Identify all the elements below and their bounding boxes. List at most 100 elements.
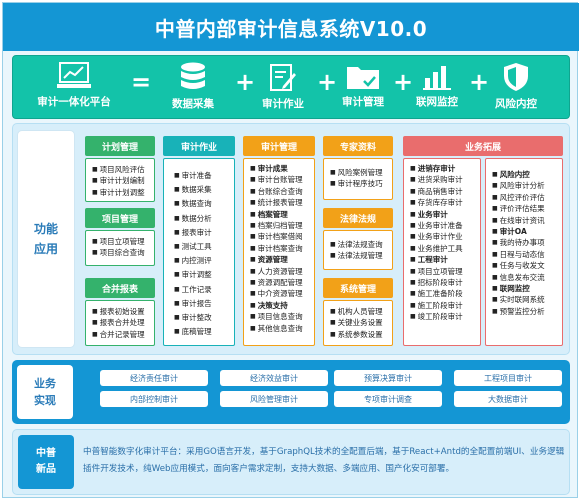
- eq-term-5: 风险内控: [485, 62, 547, 111]
- list-item: 信息发布交流: [492, 272, 558, 283]
- list-item: 审计档案借阅: [250, 231, 310, 242]
- mgmt-box: 审计成果 审计台账管理 台账综合查询 统计报表管理 档案管理 档案归档管理 审计…: [243, 158, 315, 346]
- business-item: 经济效益审计: [220, 370, 328, 386]
- list-item: 审计报告: [174, 297, 230, 311]
- plan-header: 计划管理: [85, 136, 155, 156]
- list-group-title: 业务审计: [410, 209, 476, 220]
- list-item: 报表初始设置: [92, 306, 150, 317]
- business-item: 风险管理审计: [220, 391, 328, 407]
- list-item: 审计计划编制: [92, 175, 150, 186]
- list-item: 风控评价评估: [492, 192, 558, 203]
- equation-band: 审计一体化平台 = 数据采集 + 审计作业 + 审计管理 + 联网监控 + 风险…: [12, 55, 570, 119]
- bar-chart-icon: [423, 66, 451, 90]
- list-item: 数据采集: [174, 183, 230, 197]
- eq-term-label: 审计作业: [262, 98, 304, 110]
- list-item: 项目立项管理: [92, 236, 150, 247]
- work-header: 审计作业: [163, 136, 235, 156]
- plan-box: 项目风险评估 审计计划编制 审计计划调整: [85, 158, 155, 202]
- eq-term-label: 风险内控: [495, 98, 537, 110]
- list-group-title: 审计OA: [492, 226, 558, 237]
- merge-header: 合并报表: [85, 278, 155, 298]
- list-item: 我的待办事项: [492, 237, 558, 248]
- list-item: 测试工具: [174, 240, 230, 254]
- list-item: 项目信息查询: [250, 311, 310, 322]
- business-item: 大数据审计: [454, 391, 562, 407]
- list-item: 日程与动态信: [492, 249, 558, 260]
- eq-term-label: 审计管理: [342, 96, 384, 108]
- business-item: 经济责任审计: [100, 370, 208, 386]
- list-item: 竣工阶段审计: [410, 311, 476, 322]
- database-icon: [181, 62, 205, 89]
- list-item: 招标阶段审计: [410, 277, 476, 288]
- function-section: 功能应用 计划管理 项目风险评估 审计计划编制 审计计划调整 项目管理 项目立项…: [12, 123, 570, 355]
- list-item: 数据分析: [174, 212, 230, 226]
- page: 中普内部审计信息系统V10.0 审计一体化平台 = 数据采集 + 审计作业 + …: [2, 2, 579, 498]
- expand-right-box: 风险内控 风险审计分析 风控评价评估 评价评估结果 在线审计资讯 审计OA 我的…: [485, 158, 563, 346]
- list-item: 报表审计: [174, 226, 230, 240]
- eq-term-label: 数据采集: [172, 98, 214, 110]
- list-item: 风险审计分析: [492, 180, 558, 191]
- list-item: 法律法规查询: [330, 239, 388, 250]
- list-group-title: 决策支持: [250, 300, 310, 311]
- list-item: 项目综合查询: [92, 247, 150, 258]
- eq-term-label: 联网监控: [416, 96, 458, 108]
- folder-check-icon: [347, 67, 379, 89]
- list-item: 机构人员管理: [330, 306, 388, 317]
- list-item: 档案归档管理: [250, 220, 310, 231]
- list-item: 统计报表管理: [250, 197, 310, 208]
- equals-sign: =: [131, 68, 152, 96]
- list-item: 资源调配管理: [250, 277, 310, 288]
- list-item: 在线审计资讯: [492, 215, 558, 226]
- expert-header: 专家资料: [323, 136, 393, 156]
- business-section-label: 业务实现: [17, 365, 73, 419]
- list-item: 审计档案查询: [250, 243, 310, 254]
- list-item: 进货采购审计: [410, 174, 476, 185]
- business-item: 专项审计调查: [334, 391, 442, 407]
- clipboard-edit-icon: [270, 64, 296, 91]
- mgmt-header: 审计管理: [243, 136, 315, 156]
- new-product-label: 中普新品: [18, 435, 74, 489]
- page-title: 中普内部审计信息系统V10.0: [154, 16, 428, 41]
- business-item: 工程项目审计: [454, 370, 562, 386]
- project-box: 项目立项管理 项目综合查询: [85, 230, 155, 266]
- eq-term-4: 联网监控: [409, 62, 465, 109]
- expert-box: 风险案例管理 审计程序技巧: [323, 158, 393, 200]
- shield-icon: [504, 63, 528, 91]
- list-item: 业务审计作业: [410, 231, 476, 242]
- eq-term-1: 数据采集: [163, 62, 223, 111]
- list-item: 法律法规管理: [330, 250, 388, 261]
- work-box: 审计准备 数据采集 数据查询 数据分析 报表审计 测试工具 内控测评 审计调整 …: [163, 158, 235, 346]
- merge-box: 报表初始设置 报表合并处理 合并记录管理: [85, 300, 155, 346]
- new-product-description: 中普智能数字化审计平台：采用GO语言开发，基于GraphQL技术的全配置后端，基…: [83, 447, 565, 474]
- system-header: 系统管理: [323, 278, 393, 298]
- list-item: 其他信息查询: [250, 323, 310, 334]
- list-item: 审计整改: [174, 311, 230, 325]
- list-group-title: 风险内控: [492, 169, 558, 180]
- list-item: 报表合并处理: [92, 317, 150, 328]
- list-item: 预警监控分析: [492, 306, 558, 317]
- list-item: 中介资源管理: [250, 288, 310, 299]
- list-item: 系统参数设置: [330, 329, 388, 340]
- list-item: 实时联网系统: [492, 294, 558, 305]
- function-section-label: 功能应用: [17, 130, 75, 348]
- new-product-section: 中普新品 中普智能数字化审计平台：采用GO语言开发，基于GraphQL技术的全配…: [12, 429, 570, 495]
- list-item: 审计调整: [174, 268, 230, 282]
- system-box: 机构人员管理 关键业务设置 系统参数设置: [323, 300, 393, 346]
- list-item: 项目立项管理: [410, 266, 476, 277]
- eq-result-label: 审计一体化平台: [37, 96, 111, 108]
- list-item: 任务与收发文: [492, 260, 558, 271]
- business-item: 内部控制审计: [100, 391, 208, 407]
- expand-header: 业务拓展: [403, 136, 563, 156]
- list-item: 关键业务设置: [330, 317, 388, 328]
- list-item: 内控测评: [174, 254, 230, 268]
- list-group-title: 资源管理: [250, 254, 310, 265]
- list-item: 合并记录管理: [92, 329, 150, 340]
- list-item: 业务审计准备: [410, 220, 476, 231]
- list-item: 审计准备: [174, 169, 230, 183]
- list-item: 工作记录: [174, 283, 230, 297]
- expand-left-box: 进销存审计 进货采购审计 商品销售审计 存货库存审计 业务审计 业务审计准备 业…: [403, 158, 481, 346]
- business-section: 业务实现 经济责任审计 经济效益审计 预算决算审计 工程项目审计 内部控制审计 …: [12, 360, 570, 424]
- list-item: 施工准备阶段: [410, 288, 476, 299]
- list-item: 商品销售审计: [410, 186, 476, 197]
- list-item: 评价评估结果: [492, 203, 558, 214]
